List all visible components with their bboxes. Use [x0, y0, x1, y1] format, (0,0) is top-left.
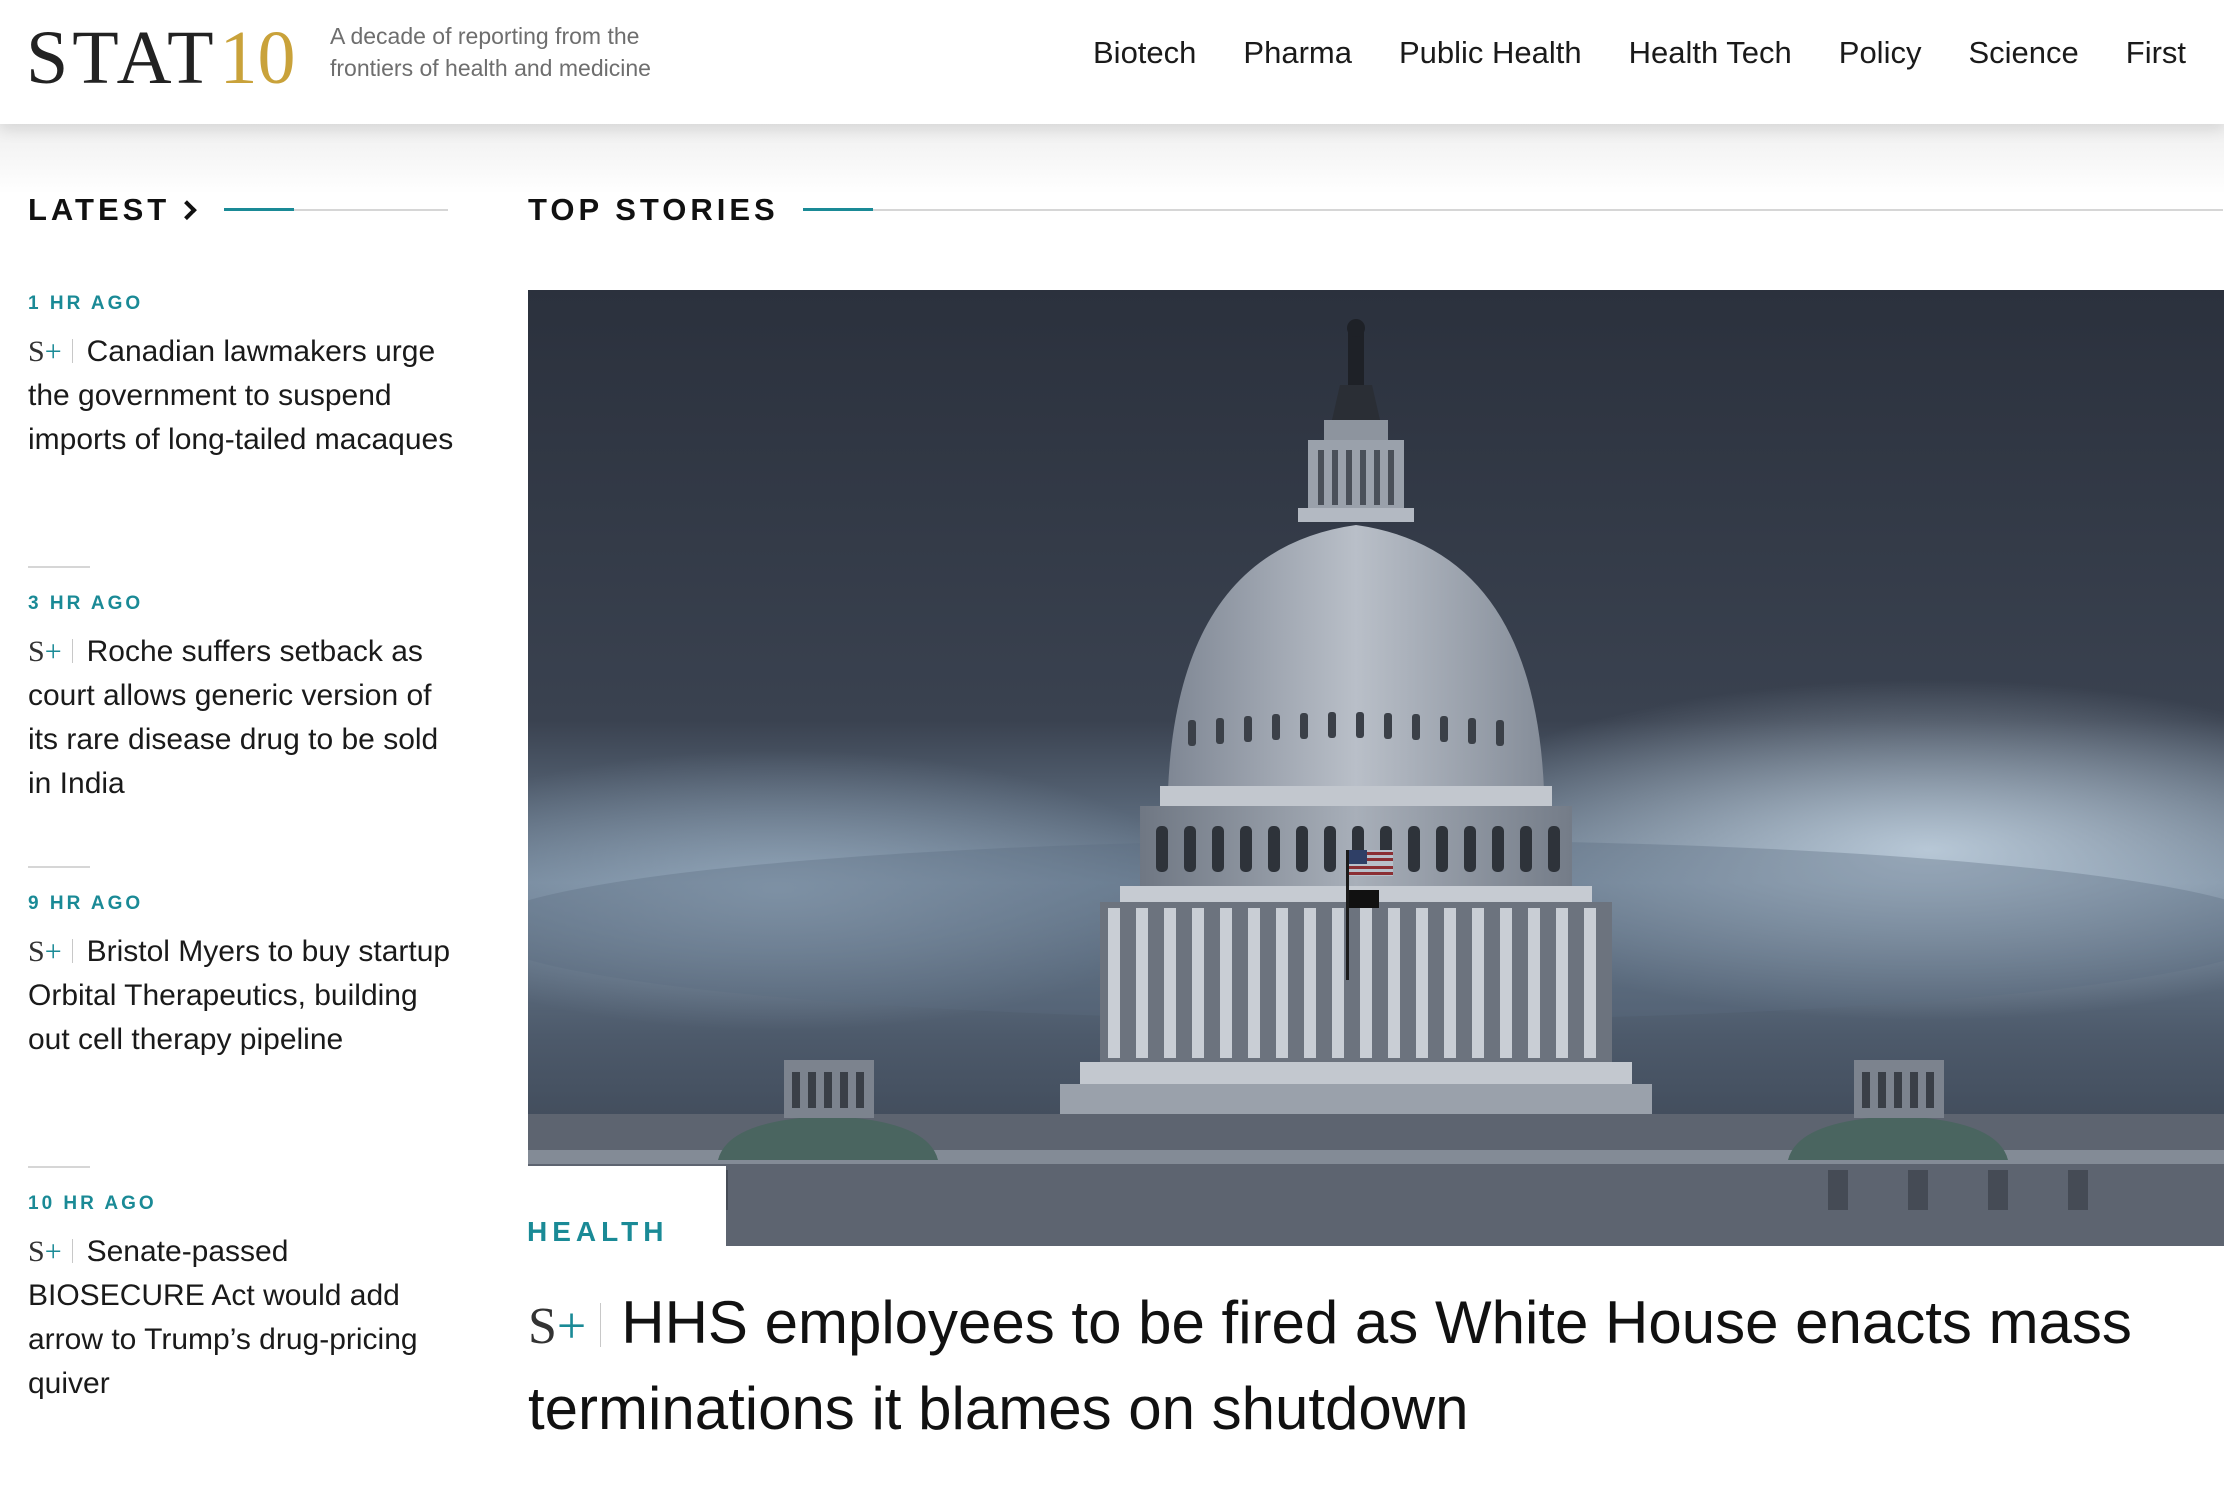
stat-plus-icon: S+	[28, 1235, 62, 1268]
logo-wordmark: STAT	[26, 16, 218, 100]
list-item[interactable]: 9 HR AGO S+ Bristol Myers to buy startup …	[28, 892, 458, 1192]
timestamp: 1 HR AGO	[28, 293, 144, 314]
stat-plus-icon: S+	[28, 335, 62, 368]
header-shadow-band	[0, 124, 2224, 194]
list-item[interactable]: 10 HR AGO S+ Senate-passed BIOSECURE Act …	[28, 1192, 458, 1492]
nav-health-tech[interactable]: Health Tech	[1629, 28, 1792, 78]
timestamp: 9 HR AGO	[28, 893, 144, 914]
timestamp: 10 HR AGO	[28, 1193, 157, 1214]
top-stories-title: TOP STORIES	[528, 192, 779, 227]
badge-divider	[71, 1239, 73, 1263]
hero-image-capitol-dome[interactable]	[528, 290, 2224, 1246]
badge-divider	[71, 339, 73, 363]
stat-logo[interactable]: STAT 10	[26, 8, 296, 108]
list-item[interactable]: 1 HR AGO S+ Canadian lawmakers urge the g…	[28, 292, 458, 592]
latest-title[interactable]: LATEST	[28, 192, 170, 228]
tagline: A decade of reporting from the frontiers…	[330, 23, 651, 81]
headline-text[interactable]: Bristol Myers to buy startup Orbital The…	[28, 935, 450, 1056]
stat-plus-icon: S+	[28, 935, 62, 968]
nav-public-health[interactable]: Public Health	[1399, 28, 1582, 78]
section-rule	[802, 208, 2223, 211]
item-divider	[28, 1166, 90, 1168]
main-nav: Biotech Pharma Public Health Health Tech…	[1093, 28, 2224, 78]
stat-plus-icon: S+	[28, 635, 62, 668]
stat-plus-icon: S+	[528, 1298, 587, 1355]
category-label[interactable]: HEALTH	[527, 1216, 668, 1248]
headline-text[interactable]: Roche suffers setback as court allows ge…	[28, 635, 438, 800]
headline-link[interactable]: S+ Bristol Myers to buy startup Orbital T…	[28, 930, 458, 1062]
headline-link[interactable]: S+ Roche suffers setback as court allows …	[28, 630, 458, 806]
badge-divider	[71, 639, 73, 663]
latest-list: 1 HR AGO S+ Canadian lawmakers urge the g…	[28, 292, 458, 1492]
item-divider	[28, 866, 90, 868]
top-stories-section-header: TOP STORIES	[528, 188, 2224, 232]
headline-link[interactable]: S+ Canadian lawmakers urge the government…	[28, 330, 458, 462]
nav-science[interactable]: Science	[1968, 28, 2078, 78]
site-header: STAT 10 A decade of reporting from the f…	[0, 0, 2224, 124]
hero-headline-link[interactable]: S+ HHS employees to be fired as White Hou…	[528, 1282, 2224, 1450]
headline-text[interactable]: Canadian lawmakers urge the government t…	[28, 335, 453, 456]
item-divider	[28, 566, 90, 568]
logo-anniversary-number: 10	[219, 16, 296, 100]
latest-section-header[interactable]: LATEST	[28, 188, 448, 232]
hero-headline-text[interactable]: HHS employees to be fired as White House…	[528, 1289, 2132, 1442]
badge-divider	[71, 939, 73, 963]
nav-policy[interactable]: Policy	[1839, 28, 1922, 78]
headline-text[interactable]: Senate-passed BIOSECURE Act would add ar…	[28, 1235, 418, 1400]
section-rule	[223, 208, 448, 211]
timestamp: 3 HR AGO	[28, 593, 144, 614]
headline-link[interactable]: S+ Senate-passed BIOSECURE Act would add …	[28, 1230, 458, 1406]
list-item[interactable]: 3 HR AGO S+ Roche suffers setback as cour…	[28, 592, 458, 892]
chevron-right-icon[interactable]	[177, 200, 197, 220]
nav-pharma[interactable]: Pharma	[1243, 28, 1352, 78]
badge-divider	[600, 1303, 602, 1347]
nav-first-opinion[interactable]: First	[2126, 28, 2186, 78]
nav-biotech[interactable]: Biotech	[1093, 28, 1196, 78]
